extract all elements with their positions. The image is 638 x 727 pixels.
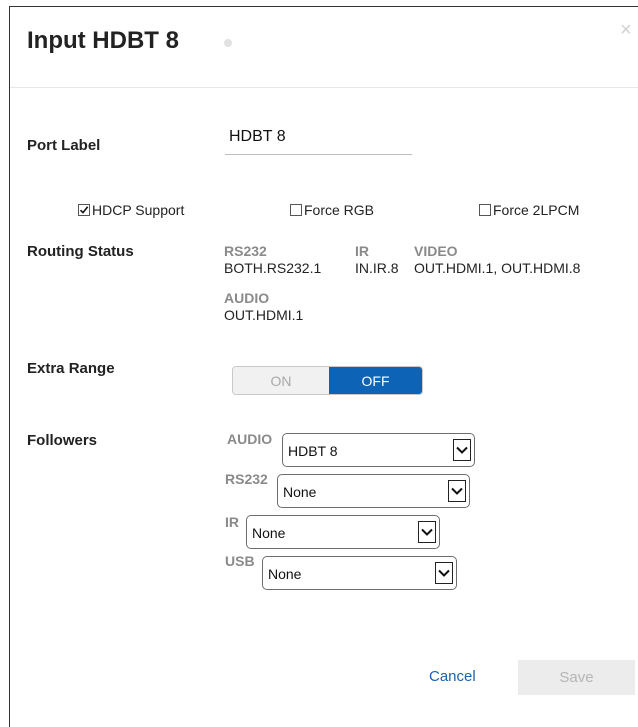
hdcp-support-label: HDCP Support	[92, 202, 185, 218]
extra-range-off-option[interactable]: OFF	[329, 367, 422, 394]
routing-rs232-heading: RS232	[224, 243, 267, 259]
routing-video-heading: VIDEO	[414, 243, 458, 259]
dialog-title: Input HDBT 8	[27, 27, 179, 54]
force-rgb-checkbox[interactable]: Force RGB	[290, 202, 374, 218]
routing-audio-value: OUT.HDMI.1	[224, 307, 304, 323]
checkbox-empty-icon	[479, 204, 491, 216]
force-2lpcm-label: Force 2LPCM	[493, 202, 580, 218]
routing-ir-value: IN.IR.8	[355, 260, 399, 276]
chevron-down-icon	[448, 480, 466, 502]
routing-status-heading: Routing Status	[27, 243, 134, 260]
audio-follower-select[interactable]: HDBT 8	[282, 433, 475, 467]
ir-follower-label: IR	[225, 514, 239, 530]
routing-rs232-value: BOTH.RS232.1	[224, 260, 322, 276]
followers-heading: Followers	[27, 432, 98, 449]
routing-ir-heading: IR	[355, 243, 369, 259]
chevron-down-icon	[435, 562, 453, 584]
extra-range-on-option[interactable]: ON	[233, 367, 329, 394]
usb-follower-label: USB	[225, 553, 255, 569]
usb-follower-select[interactable]: None	[262, 556, 457, 590]
rs232-follower-select[interactable]: None	[277, 474, 470, 508]
chevron-down-icon	[418, 521, 436, 543]
hdcp-support-checkbox[interactable]: HDCP Support	[78, 202, 184, 218]
save-button[interactable]: Save	[518, 660, 635, 695]
rs232-follower-value: None	[283, 484, 317, 500]
force-2lpcm-checkbox[interactable]: Force 2LPCM	[479, 202, 579, 218]
usb-follower-value: None	[268, 566, 302, 582]
audio-follower-value: HDBT 8	[288, 443, 338, 459]
header-divider	[10, 87, 638, 88]
force-rgb-label: Force RGB	[304, 202, 375, 218]
extra-range-toggle[interactable]: ON OFF	[232, 366, 423, 395]
routing-audio-heading: AUDIO	[224, 290, 270, 306]
checkbox-empty-icon	[290, 204, 302, 216]
routing-video-value: OUT.HDMI.1, OUT.HDMI.8	[414, 260, 581, 276]
extra-range-heading: Extra Range	[27, 360, 115, 377]
checkbox-checked-icon	[78, 204, 90, 216]
rs232-follower-label: RS232	[225, 471, 268, 487]
cancel-button[interactable]: Cancel	[429, 668, 476, 685]
status-dot-icon	[224, 39, 232, 47]
port-label-underline	[225, 154, 412, 155]
close-icon[interactable]: ×	[620, 20, 632, 40]
audio-follower-label: AUDIO	[227, 431, 273, 447]
chevron-down-icon	[453, 439, 471, 461]
port-label-heading: Port Label	[27, 137, 101, 154]
ir-follower-value: None	[252, 525, 286, 541]
port-label-input[interactable]: HDBT 8	[229, 128, 286, 146]
ir-follower-select[interactable]: None	[246, 515, 440, 549]
